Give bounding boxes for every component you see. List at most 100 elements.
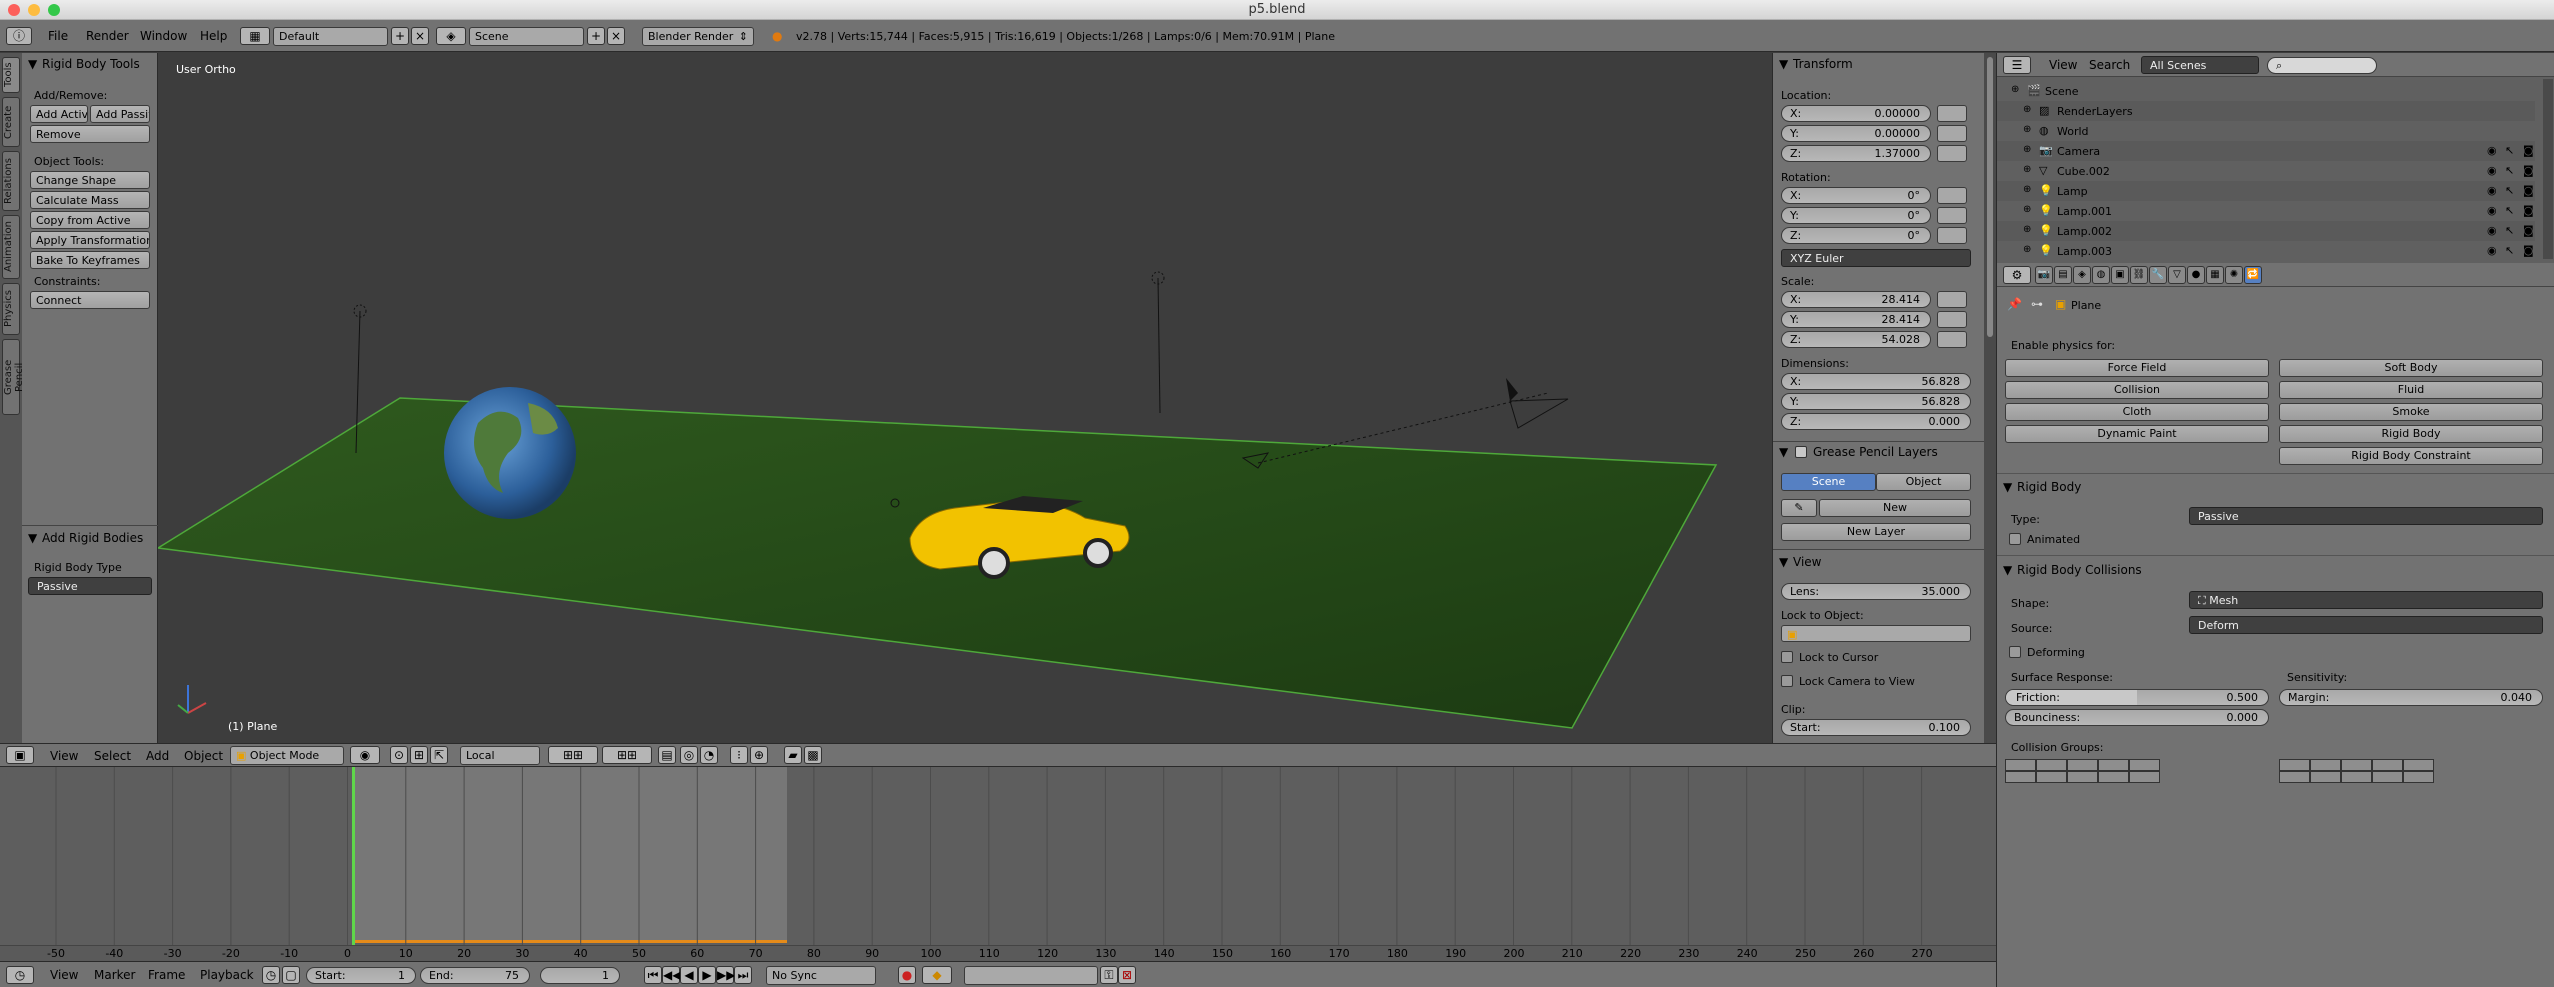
deforming-checkbox[interactable] bbox=[2009, 646, 2021, 658]
menu-playback[interactable]: Playback bbox=[200, 968, 254, 982]
gp-scene-tab[interactable]: Scene bbox=[1781, 473, 1876, 491]
outliner-item[interactable]: ⊕ 📷 Camera ◉ ↖ ◙ bbox=[1997, 141, 2535, 161]
expand-icon[interactable]: ⊕ bbox=[2023, 124, 2031, 135]
collision-group-toggle[interactable] bbox=[2036, 759, 2067, 771]
preview-range-icon[interactable]: ◷ bbox=[262, 966, 280, 984]
cloth-button[interactable]: Cloth bbox=[2005, 403, 2269, 421]
visibility-eye-icon[interactable]: ◉ bbox=[2487, 164, 2497, 177]
render-camera-icon[interactable]: ◙ bbox=[2523, 144, 2534, 157]
render-camera-icon[interactable]: ◙ bbox=[2523, 184, 2534, 197]
end-frame-field[interactable]: End: 75 bbox=[420, 967, 530, 984]
visibility-eye-icon[interactable]: ◉ bbox=[2487, 184, 2497, 197]
shading-icon[interactable]: ◉ bbox=[350, 746, 380, 764]
render-icon[interactable]: ▰ bbox=[784, 746, 802, 764]
collision-group-toggle[interactable] bbox=[2310, 759, 2341, 771]
scene-field[interactable]: Scene bbox=[469, 27, 584, 46]
collision-group-toggle[interactable] bbox=[2372, 771, 2403, 783]
lock-icon[interactable] bbox=[1937, 227, 1967, 244]
rigid-body-tools-header[interactable]: Rigid Body Tools bbox=[42, 57, 140, 71]
add-rigid-bodies-header[interactable]: Add Rigid Bodies bbox=[42, 531, 143, 545]
clip-start-field[interactable]: Start: 0.100 bbox=[1781, 719, 1971, 736]
menu-view[interactable]: View bbox=[2049, 58, 2077, 72]
outliner-item[interactable]: ⊕ 💡 Lamp.002 ◉ ↖ ◙ bbox=[1997, 221, 2535, 241]
orientation-dropdown[interactable]: Local bbox=[460, 746, 540, 765]
jump-end-icon[interactable]: ⏭ bbox=[734, 966, 752, 984]
select-arrow-icon[interactable]: ↖ bbox=[2505, 164, 2514, 177]
scale-z-field[interactable]: Z: 54.028 bbox=[1781, 331, 1931, 348]
mode-dropdown[interactable]: ▣ Object Mode bbox=[230, 746, 344, 765]
lens-field[interactable]: Lens: 35.000 bbox=[1781, 583, 1971, 600]
layout-grid-icon[interactable]: ▦ bbox=[240, 27, 270, 45]
outliner-item[interactable]: ⊕ ◍ World bbox=[1997, 121, 2535, 141]
collapse-arrow-icon[interactable]: ▼ bbox=[1779, 555, 1788, 569]
collision-group-toggle[interactable] bbox=[2005, 771, 2036, 783]
tab-relations[interactable]: Relations bbox=[2, 151, 20, 211]
apply-transformation-button[interactable]: Apply Transformation bbox=[30, 231, 150, 249]
outliner-item[interactable]: ⊕ 💡 Lamp.003 ◉ ↖ ◙ bbox=[1997, 241, 2535, 261]
sync-dropdown[interactable]: No Sync bbox=[766, 966, 876, 985]
collapse-arrow-icon[interactable]: ▼ bbox=[28, 531, 37, 545]
scale-y-field[interactable]: Y: 28.414 bbox=[1781, 311, 1931, 328]
dimension-z-field[interactable]: Z: 0.000 bbox=[1781, 413, 1971, 430]
lock-icon[interactable] bbox=[1937, 207, 1967, 224]
transform-header[interactable]: Transform bbox=[1793, 57, 1853, 71]
dimension-x-field[interactable]: X: 56.828 bbox=[1781, 373, 1971, 390]
render-camera-icon[interactable]: ◙ bbox=[2523, 164, 2534, 177]
layout-field[interactable]: Default bbox=[273, 27, 388, 46]
search-input[interactable]: ⌕ bbox=[2267, 57, 2377, 74]
collision-group-toggle[interactable] bbox=[2310, 771, 2341, 783]
collision-group-toggle[interactable] bbox=[2129, 771, 2160, 783]
layout-remove-icon[interactable]: × bbox=[411, 27, 429, 45]
grease-pencil-layers-header[interactable]: Grease Pencil Layers bbox=[1813, 445, 1938, 459]
object-icon[interactable]: ▣ bbox=[2111, 266, 2129, 284]
select-arrow-icon[interactable]: ↖ bbox=[2505, 144, 2514, 157]
collision-shape-dropdown[interactable]: ⛶ Mesh bbox=[2189, 591, 2543, 609]
gp-layers-checkbox[interactable] bbox=[1795, 446, 1807, 458]
collision-source-dropdown[interactable]: Deform bbox=[2189, 616, 2543, 634]
menu-file[interactable]: File bbox=[48, 29, 68, 43]
select-arrow-icon[interactable]: ↖ bbox=[2505, 244, 2514, 257]
render-camera-icon[interactable]: ◙ bbox=[2523, 204, 2534, 217]
pencil-icon[interactable]: ✎ bbox=[1781, 499, 1817, 517]
snap-element-icon[interactable]: ⊕ bbox=[750, 746, 768, 764]
menu-window[interactable]: Window bbox=[140, 29, 187, 43]
snap-target-icon[interactable]: ⁝ bbox=[730, 746, 748, 764]
editor-type-icon[interactable]: ⚙ bbox=[2003, 266, 2031, 284]
outliner-item[interactable]: ⊕ ▨ RenderLayers bbox=[1997, 101, 2535, 121]
collision-group-toggle[interactable] bbox=[2098, 759, 2129, 771]
collision-group-toggle[interactable] bbox=[2403, 771, 2434, 783]
world-icon[interactable]: ◍ bbox=[2092, 266, 2110, 284]
animated-checkbox[interactable] bbox=[2009, 533, 2021, 545]
lock-camera-checkbox[interactable] bbox=[1781, 675, 1793, 687]
fluid-button[interactable]: Fluid bbox=[2279, 381, 2543, 399]
insert-keyframe-icon[interactable]: ⚿ bbox=[1100, 966, 1118, 984]
collision-group-toggle[interactable] bbox=[2098, 771, 2129, 783]
pivot-icon[interactable]: ⊙ bbox=[390, 746, 408, 764]
bounciness-field[interactable]: Bounciness: 0.000 bbox=[2005, 709, 2269, 726]
select-arrow-icon[interactable]: ↖ bbox=[2505, 224, 2514, 237]
outliner-item[interactable]: ⊕ 💡 Lamp ◉ ↖ ◙ bbox=[1997, 181, 2535, 201]
lock-to-cursor-checkbox[interactable] bbox=[1781, 651, 1793, 663]
menu-marker[interactable]: Marker bbox=[94, 968, 135, 982]
current-frame-field[interactable]: 1 bbox=[540, 967, 620, 984]
lock-object-field[interactable]: ▣ bbox=[1781, 625, 1971, 642]
bake-to-keyframes-button[interactable]: Bake To Keyframes bbox=[30, 251, 150, 269]
collision-group-toggle[interactable] bbox=[2036, 771, 2067, 783]
collapse-arrow-icon[interactable]: ▼ bbox=[28, 57, 37, 71]
collision-group-toggle[interactable] bbox=[2129, 759, 2160, 771]
gp-object-tab[interactable]: Object bbox=[1876, 473, 1971, 491]
menu-help[interactable]: Help bbox=[200, 29, 227, 43]
rotation-x-field[interactable]: X: 0° bbox=[1781, 187, 1931, 204]
earth-sphere[interactable] bbox=[444, 387, 576, 519]
prev-keyframe-icon[interactable]: ◀◀ bbox=[662, 966, 681, 984]
proportional-edit-icon[interactable]: ◎ bbox=[680, 746, 698, 764]
delete-keyframe-icon[interactable]: ⊠ bbox=[1118, 966, 1136, 984]
collision-group-toggle[interactable] bbox=[2005, 759, 2036, 771]
rigid-body-button[interactable]: Rigid Body bbox=[2279, 425, 2543, 443]
camera-icon[interactable] bbox=[1509, 398, 1569, 429]
tab-create[interactable]: Create bbox=[2, 97, 20, 147]
collision-group-toggle[interactable] bbox=[2279, 759, 2310, 771]
menu-search[interactable]: Search bbox=[2089, 58, 2130, 72]
scene-add-icon[interactable]: + bbox=[587, 27, 605, 45]
lock-icon[interactable] bbox=[1937, 145, 1967, 162]
